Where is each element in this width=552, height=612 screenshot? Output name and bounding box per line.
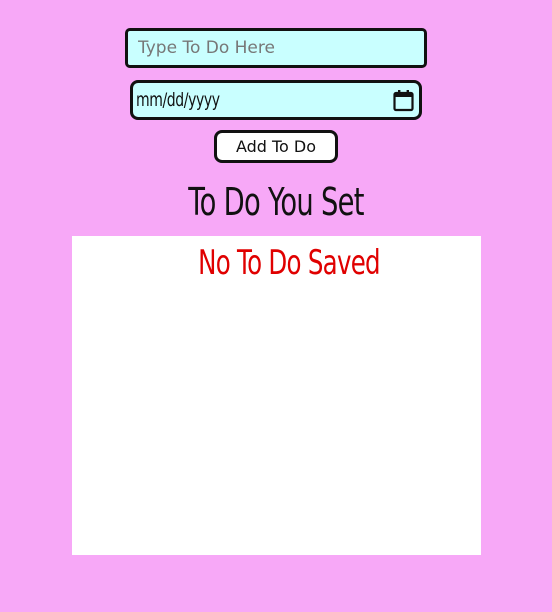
date-placeholder-text: mm/dd/yyyy [136, 89, 220, 111]
todo-list-heading: To Do You Set [188, 180, 364, 224]
calendar-icon[interactable] [391, 88, 415, 112]
todo-list-panel: No To Do Saved [72, 236, 481, 555]
due-date-input[interactable]: mm/dd/yyyy [130, 80, 422, 120]
add-todo-button[interactable]: Add To Do [214, 130, 338, 163]
todo-text-input[interactable] [125, 28, 427, 68]
empty-list-message: No To Do Saved [198, 243, 381, 283]
